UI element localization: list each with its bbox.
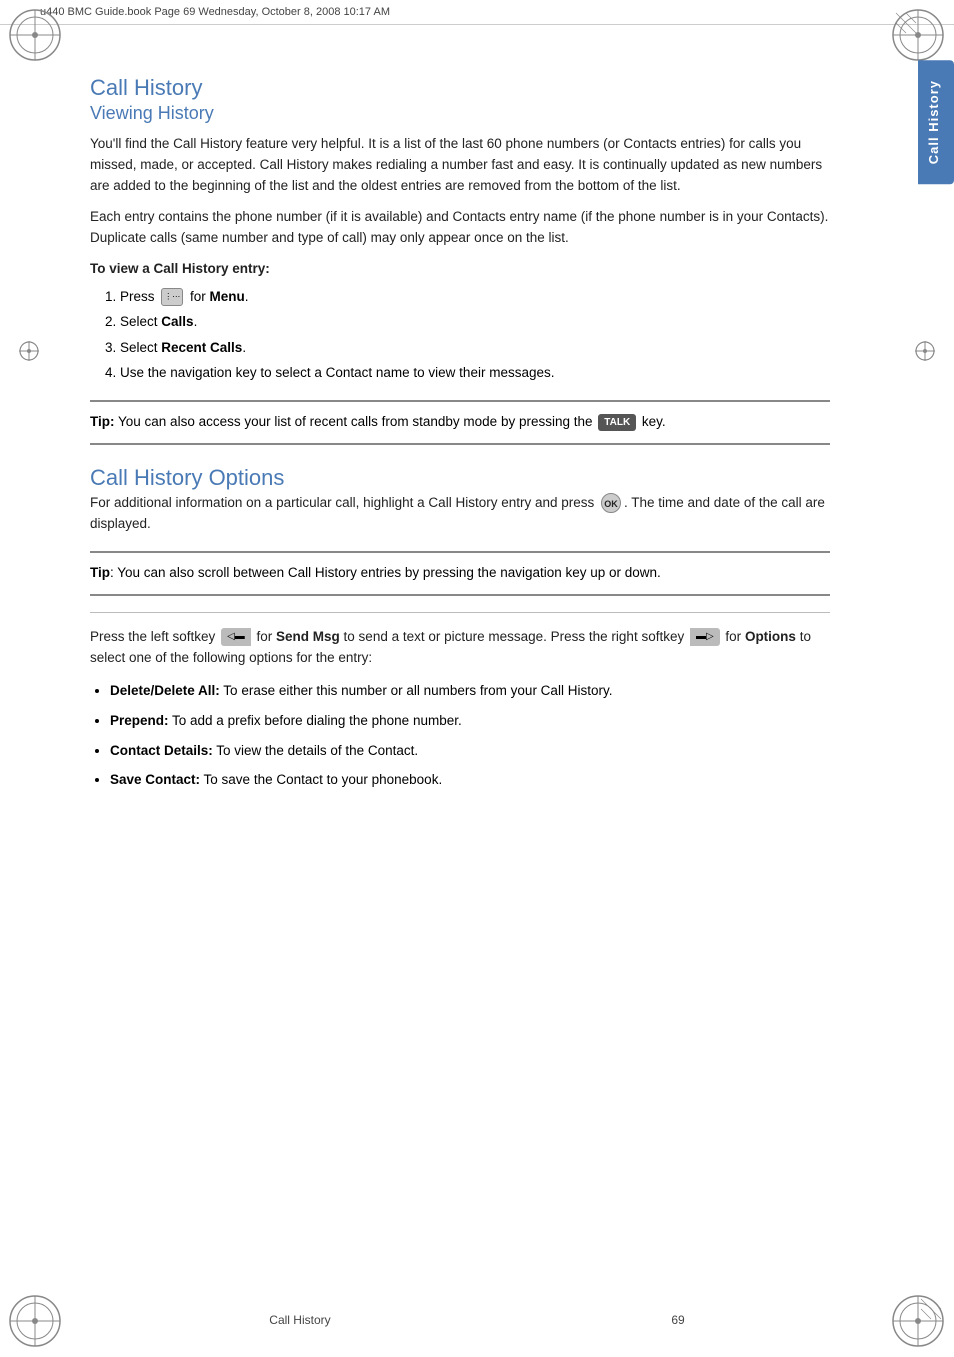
step-3: Select Recent Calls. [120,337,830,359]
options-list: Delete/Delete All: To erase either this … [110,678,830,790]
options-para-1: For additional information on a particul… [90,493,830,535]
option-delete: Delete/Delete All: To erase either this … [110,678,830,702]
viewing-para-1: You'll find the Call History feature ver… [90,134,830,197]
header-bar: u440 BMC Guide.book Page 69 Wednesday, O… [0,0,954,25]
tip-box-1: Tip: You can also access your list of re… [90,400,830,445]
crosshair-right [914,340,936,362]
crosshair-left [18,340,40,362]
call-history-title: Call History [90,75,830,101]
footer-page [335,1313,672,1327]
corner-decoration-tr [891,8,946,63]
tip2-content: Tip: You can also scroll between Call Hi… [90,563,661,584]
right-softkey-icon: ▬▷ [690,628,720,646]
header-text: u440 BMC Guide.book Page 69 Wednesday, O… [40,6,390,18]
left-softkey-icon: ◁▬ [221,628,251,646]
divider-1 [90,612,830,613]
steps-heading: To view a Call History entry: [90,259,830,280]
page-footer: Call History 69 [0,1313,954,1327]
viewing-history-title: Viewing History [90,103,830,124]
option-contact-details: Contact Details: To view the details of … [110,738,830,762]
step-1: Press for Menu. [120,286,830,308]
option-prepend: Prepend: To add a prefix before dialing … [110,708,830,732]
option-save-contact: Save Contact: To save the Contact to you… [110,767,830,791]
main-content: Call History Viewing History You'll find… [0,25,890,857]
footer-page-number: 69 [671,1313,684,1327]
menu-icon [161,288,183,306]
call-history-options-title: Call History Options [90,465,830,491]
step-2: Select Calls. [120,311,830,333]
softkey-para: Press the left softkey ◁▬ for Send Msg t… [90,627,830,669]
step-4: Use the navigation key to select a Conta… [120,362,830,384]
ok-icon: OK [601,493,621,513]
corner-decoration-tl [8,8,63,63]
tip1-label: Tip: You can also access your list of re… [90,412,666,433]
tip-box-2: Tip: You can also scroll between Call Hi… [90,551,830,596]
talk-key-icon: TALK [598,414,636,432]
viewing-para-2: Each entry contains the phone number (if… [90,207,830,249]
footer-label: Call History [269,1313,330,1327]
side-tab-label: Call History [926,80,941,164]
steps-list: Press for Menu. Select Calls. Select Rec… [120,286,830,384]
side-tab: Call History [918,60,954,184]
